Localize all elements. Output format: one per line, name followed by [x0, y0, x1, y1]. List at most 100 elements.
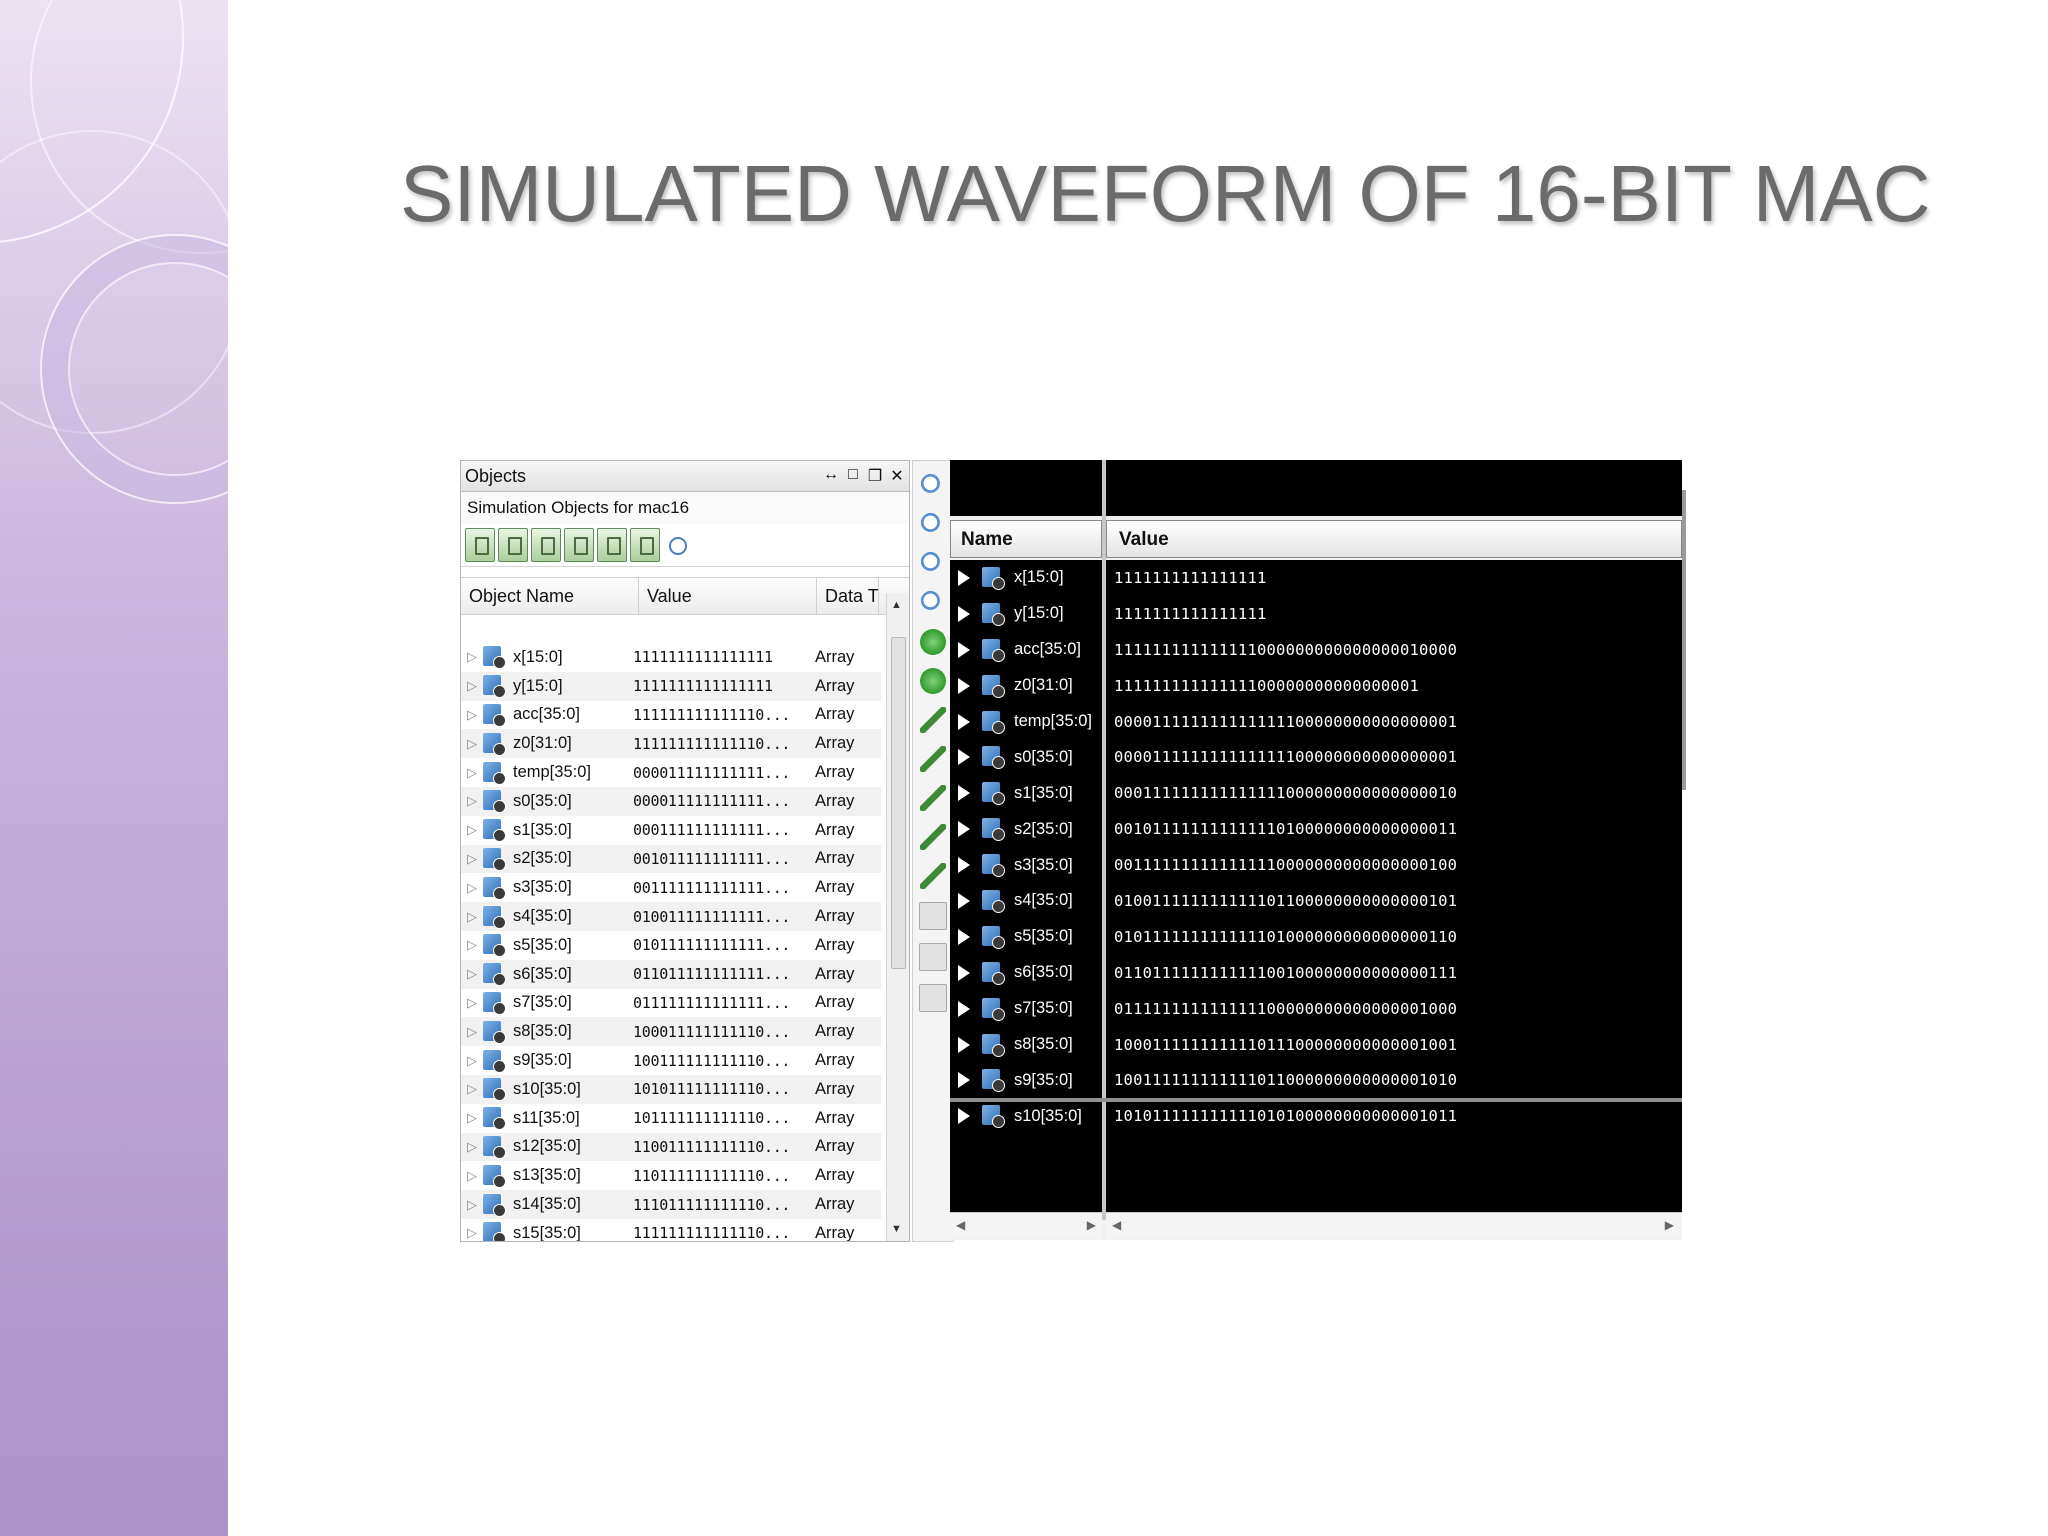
value-horizontal-scrollbar[interactable]: ◀ ▶	[1106, 1212, 1682, 1239]
waveform-value-row[interactable]: 11111111111111100000000000000001	[1106, 668, 1682, 704]
expand-icon[interactable]	[958, 569, 970, 586]
expand-icon[interactable]	[958, 928, 970, 945]
restore-icon[interactable]: ❐	[867, 466, 883, 486]
expand-icon[interactable]: ▷	[461, 995, 483, 1011]
expand-icon[interactable]: ▷	[461, 822, 483, 838]
table-row[interactable]: ▷ s6[35:0] 011011111111111... Array	[461, 959, 881, 989]
waveform-signal-row[interactable]: s3[35:0]	[950, 847, 1102, 883]
expand-icon[interactable]: ▷	[461, 1110, 483, 1126]
column-splitter[interactable]	[1102, 460, 1106, 1220]
expand-icon[interactable]	[958, 785, 970, 802]
name-horizontal-scrollbar[interactable]: ◀ ▶	[950, 1212, 1102, 1239]
waveform-signal-row[interactable]: s9[35:0]	[950, 1062, 1102, 1098]
waveform-signal-row[interactable]: s0[35:0]	[950, 739, 1102, 775]
expand-icon[interactable]: ▷	[461, 880, 483, 896]
table-row[interactable]: ▷ s1[35:0] 000111111111111... Array	[461, 816, 881, 845]
table-row[interactable]: ▷ s4[35:0] 010011111111111... Array	[461, 902, 881, 931]
expand-icon[interactable]	[958, 1036, 970, 1053]
waveform-value-row[interactable]: 1111111111111111	[1106, 596, 1682, 632]
waveform-signal-row[interactable]: s2[35:0]	[950, 811, 1102, 847]
scroll-left-icon[interactable]: ◀	[1112, 1218, 1121, 1232]
expand-icon[interactable]	[958, 641, 970, 658]
expand-icon[interactable]: ▷	[461, 1197, 483, 1213]
table-row[interactable]: ▷ s13[35:0] 110111111111110... Array	[461, 1161, 881, 1190]
floating-ruler-icon[interactable]	[919, 984, 947, 1012]
expand-icon[interactable]: ▷	[461, 678, 483, 694]
waveform-value-row[interactable]: 000111111111111111000000000000000010	[1106, 775, 1682, 811]
settings-icon[interactable]	[663, 529, 691, 561]
expand-icon[interactable]: ▷	[461, 851, 483, 867]
waveform-signal-row[interactable]: s6[35:0]	[950, 955, 1102, 991]
scroll-up-icon[interactable]: ▲	[891, 599, 902, 611]
expand-icon[interactable]: ▷	[461, 649, 483, 665]
waveform-value-row[interactable]: 010111111111111101000000000000000110	[1106, 919, 1682, 955]
waveform-signal-row[interactable]: y[15:0]	[950, 596, 1102, 632]
filter-variable-icon[interactable]	[630, 528, 660, 562]
expand-icon[interactable]: ▷	[461, 736, 483, 752]
table-row[interactable]: ▷ s10[35:0] 101011111111110... Array	[461, 1074, 881, 1104]
waveform-value-row[interactable]: 001011111111111110100000000000000011	[1106, 811, 1682, 847]
expand-icon[interactable]: ▷	[461, 707, 483, 723]
waveform-value-row[interactable]: 010011111111111101100000000000000101	[1106, 883, 1682, 919]
column-header-value[interactable]: Value	[639, 578, 817, 614]
table-row[interactable]: ▷ s12[35:0] 110011111111110... Array	[461, 1132, 881, 1162]
waveform-signal-row[interactable]: z0[31:0]	[950, 668, 1102, 704]
add-marker-icon[interactable]	[920, 785, 946, 811]
expand-icon[interactable]: ▷	[461, 1225, 483, 1241]
waveform-value-row[interactable]: 100111111111111011000000000000001010	[1106, 1062, 1682, 1098]
waveform-value-row[interactable]: 011111111111111100000000000000001000	[1106, 991, 1682, 1027]
scroll-right-icon[interactable]: ▶	[1087, 1218, 1096, 1232]
scroll-down-icon[interactable]: ▼	[891, 1223, 902, 1235]
table-row[interactable]: ▷ s5[35:0] 010111111111111... Array	[461, 931, 881, 960]
filter-input-icon[interactable]	[465, 528, 495, 562]
table-row[interactable]: ▷ s9[35:0] 100111111111110... Array	[461, 1046, 881, 1075]
previous-transition-icon[interactable]	[920, 707, 946, 733]
filter-internal-icon[interactable]	[564, 528, 594, 562]
waveform-name-header[interactable]: Name	[950, 520, 1102, 558]
column-header-name[interactable]: Object Name	[461, 578, 639, 614]
zoom-in-icon[interactable]	[920, 473, 946, 499]
filter-output-icon[interactable]	[498, 528, 528, 562]
filter-inout-icon[interactable]	[531, 528, 561, 562]
expand-icon[interactable]	[958, 749, 970, 766]
expand-icon[interactable]	[958, 964, 970, 981]
waveform-signal-row[interactable]: temp[35:0]	[950, 704, 1102, 740]
table-row[interactable]: ▷ acc[35:0] 111111111111110... Array	[461, 701, 881, 730]
expand-icon[interactable]	[958, 1000, 970, 1017]
waveform-value-header[interactable]: Value	[1106, 520, 1682, 558]
table-row[interactable]: ▷ y[15:0] 1111111111111111 Array	[461, 671, 881, 701]
waveform-value-row[interactable]: 000011111111111111100000000000000001	[1106, 704, 1682, 740]
waveform-signal-row[interactable]: s8[35:0]	[950, 1027, 1102, 1063]
swap-cursors-icon[interactable]	[919, 902, 947, 930]
table-row[interactable]: ▷ s11[35:0] 101111111111110... Array	[461, 1104, 881, 1133]
expand-icon[interactable]: ▷	[461, 765, 483, 781]
expand-icon[interactable]	[958, 892, 970, 909]
waveform-signal-row[interactable]: acc[35:0]	[950, 632, 1102, 668]
table-row[interactable]: ▷ temp[35:0] 000011111111111... Array	[461, 758, 881, 787]
go-to-start-icon[interactable]	[920, 629, 946, 655]
table-row[interactable]: ▷ s0[35:0] 000011111111111... Array	[461, 786, 881, 816]
table-row[interactable]: ▷ z0[31:0] 111111111111110... Array	[461, 729, 881, 759]
expand-icon[interactable]: ▷	[461, 1024, 483, 1040]
snap-to-transition-icon[interactable]	[919, 943, 947, 971]
close-icon[interactable]: ✕	[889, 466, 905, 486]
waveform-value-row[interactable]: 000011111111111111100000000000000001	[1106, 739, 1682, 775]
zoom-out-icon[interactable]	[920, 512, 946, 538]
waveform-value-row[interactable]: 111111111111111000000000000000010000	[1106, 632, 1682, 668]
table-row[interactable]: ▷ x[15:0] 1111111111111111 Array	[461, 643, 881, 672]
filter-constant-icon[interactable]	[597, 528, 627, 562]
next-transition-icon[interactable]	[920, 746, 946, 772]
waveform-signal-row[interactable]: s5[35:0]	[950, 919, 1102, 955]
scrollbar-thumb[interactable]	[891, 637, 906, 969]
waveform-signal-row[interactable]: s1[35:0]	[950, 775, 1102, 811]
waveform-value-row[interactable]: 011011111111111100100000000000000111	[1106, 955, 1682, 991]
waveform-signal-row[interactable]: s4[35:0]	[950, 883, 1102, 919]
waveform-signal-row[interactable]: s10[35:0]	[950, 1098, 1102, 1134]
table-row[interactable]: ▷ s15[35:0] 111111111111110... Array	[461, 1219, 881, 1241]
expand-icon[interactable]	[958, 1108, 970, 1125]
objects-scrollbar[interactable]: ▲ ▼	[886, 593, 909, 1241]
table-row[interactable]: ▷ s7[35:0] 011111111111111... Array	[461, 989, 881, 1018]
waveform-signal-row[interactable]: s7[35:0]	[950, 991, 1102, 1027]
table-row[interactable]: ▷ s8[35:0] 100011111111110... Array	[461, 1017, 881, 1047]
expand-icon[interactable]	[958, 821, 970, 838]
